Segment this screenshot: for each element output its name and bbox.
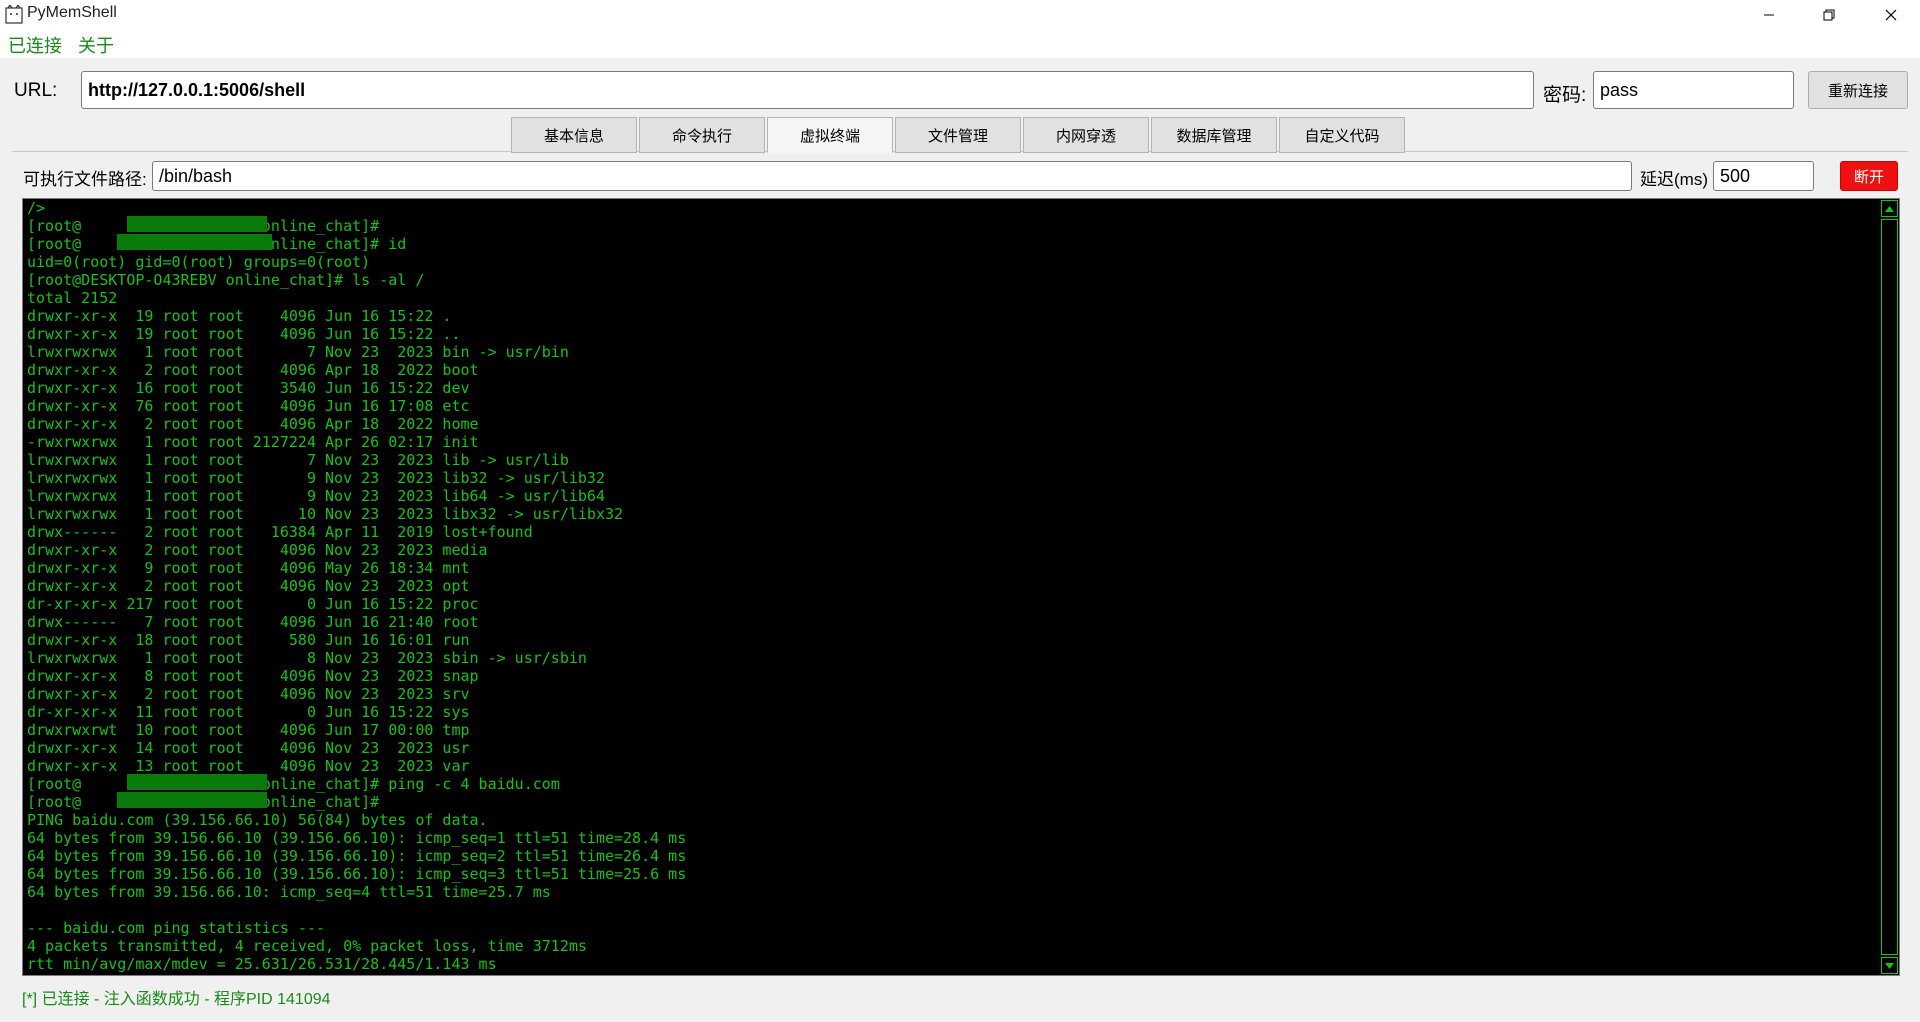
reconnect-button[interactable]: 重新连接 [1808,71,1908,109]
terminal-line: [root@ online_chat]# [27,217,380,235]
terminal-line: drwxr-xr-x 18 root root 580 Jun 16 16:01… [27,631,470,649]
terminal-line: 4 packets transmitted, 4 received, 0% pa… [27,937,587,955]
url-label: URL: [14,80,58,101]
terminal-line: total 2152 [27,289,118,307]
close-button[interactable] [1862,0,1920,30]
scroll-track[interactable] [1881,219,1898,955]
terminal-line: drwxr-xr-x 2 root root 4096 Nov 23 2023 … [27,577,470,595]
terminal-output[interactable]: /> [root@ online_chat]# [root@ online_chat… [22,198,1900,976]
disconnect-button[interactable]: 断开 [1840,161,1898,191]
terminal-line: 64 bytes from 39.156.66.10: icmp_seq=4 t… [27,883,551,901]
terminal-line: lrwxrwxrwx 1 root root 9 Nov 23 2023 lib… [27,487,605,505]
terminal-text[interactable]: /> [root@ online_chat]# [root@ online_chat… [27,199,1877,973]
terminal-line: -rwxrwxrwx 1 root root 2127224 Apr 26 02… [27,433,479,451]
arrow-up-icon [1885,205,1894,212]
terminal-line: drwxr-xr-x 19 root root 4096 Jun 16 15:2… [27,325,461,343]
terminal-line: lrwxrwxrwx 1 root root 10 Nov 23 2023 li… [27,505,624,523]
tab-intranet-tunnel[interactable]: 内网穿透 [1023,117,1149,153]
terminal-line: lrwxrwxrwx 1 root root 9 Nov 23 2023 lib… [27,469,605,487]
scroll-down-button[interactable] [1881,957,1898,974]
scroll-up-button[interactable] [1881,200,1898,217]
terminal-line: drwxr-xr-x 14 root root 4096 Nov 23 2023… [27,739,470,757]
terminal-line: dr-xr-xr-x 11 root root 0 Jun 16 15:22 s… [27,703,470,721]
terminal-line: drwxr-xr-x 76 root root 4096 Jun 16 17:0… [27,397,470,415]
terminal-line: drwx------ 2 root root 16384 Apr 11 2019… [27,523,533,541]
tab-virtual-terminal[interactable]: 虚拟终端 [767,117,893,153]
terminal-line: drwxr-xr-x 2 root root 4096 Nov 23 2023 … [27,685,470,703]
redacted-hostname [117,792,267,808]
terminal-line: drwxr-xr-x 2 root root 4096 Apr 18 2022 … [27,415,479,433]
terminal-line: lrwxrwxrwx 1 root root 8 Nov 23 2023 sbi… [27,649,587,667]
terminal-line: 64 bytes from 39.156.66.10 (39.156.66.10… [27,847,687,865]
executable-path-input[interactable] [152,161,1632,191]
executable-path-label: 可执行文件路径: [23,170,147,189]
menu-about[interactable]: 关于 [78,32,114,58]
terminal-line: [root@ online_chat]# id [27,235,407,253]
terminal-line: rtt min/avg/max/mdev = 25.631/26.531/28.… [27,955,497,973]
window-title: PyMemShell [27,4,117,21]
minimize-icon [1764,14,1774,16]
restore-icon [1823,9,1835,21]
terminal-line: drwxr-xr-x 16 root root 3540 Jun 16 15:2… [27,379,470,397]
close-icon [1885,9,1897,21]
terminal-line: drwxr-xr-x 9 root root 4096 May 26 18:34… [27,559,470,577]
delay-label: 延迟(ms) [1640,170,1708,189]
redacted-hostname [127,774,267,790]
terminal-line: [root@ online_chat]# ping -c 4 baidu.com [27,775,560,793]
terminal-line: drwxrwxrwt 10 root root 4096 Jun 17 00:0… [27,721,470,739]
terminal-line: lrwxrwxrwx 1 root root 7 Nov 23 2023 bin… [27,343,569,361]
tab-file-manager[interactable]: 文件管理 [895,117,1021,153]
terminal-line: drwxr-xr-x 13 root root 4096 Nov 23 2023… [27,757,470,775]
terminal-line: drwxr-xr-x 2 root root 4096 Nov 23 2023 … [27,541,488,559]
terminal-line: lrwxrwxrwx 1 root root 7 Nov 23 2023 lib… [27,451,569,469]
redacted-hostname [127,216,267,232]
terminal-line: drwx------ 7 root root 4096 Jun 16 21:40… [27,613,479,631]
title-bar: PyMemShell [0,0,1920,30]
terminal-line: [root@DESKTOP-O43REBV online_chat]# ls -… [27,271,425,289]
terminal-line: PING baidu.com (39.156.66.10) 56(84) byt… [27,811,488,829]
password-input[interactable] [1593,71,1794,109]
tab-command-exec[interactable]: 命令执行 [639,117,765,153]
url-input[interactable] [81,71,1534,109]
status-bar: [*] 已连接 - 注入函数成功 - 程序PID 141094 [22,991,331,1008]
terminal-line: /> [27,199,46,217]
menu-bar: 已连接 关于 [0,30,1920,58]
redacted-hostname [117,234,272,250]
menu-connected[interactable]: 已连接 [8,32,62,58]
password-label: 密码: [1543,85,1587,106]
terminal-line: [root@ online_chat]# [27,793,380,811]
terminal-line: dr-xr-xr-x 217 root root 0 Jun 16 15:22 … [27,595,479,613]
terminal-line: drwxr-xr-x 19 root root 4096 Jun 16 15:2… [27,307,452,325]
arrow-down-icon [1885,962,1894,969]
tab-custom-code[interactable]: 自定义代码 [1279,117,1405,153]
app-icon [5,5,23,24]
terminal-line: 64 bytes from 39.156.66.10 (39.156.66.10… [27,865,687,883]
terminal-scrollbar[interactable] [1881,200,1898,974]
minimize-button[interactable] [1740,0,1798,30]
restore-button[interactable] [1800,0,1858,30]
tab-database-manager[interactable]: 数据库管理 [1151,117,1277,153]
terminal-line: drwxr-xr-x 2 root root 4096 Apr 18 2022 … [27,361,479,379]
tab-basic-info[interactable]: 基本信息 [511,117,637,153]
terminal-line: 64 bytes from 39.156.66.10 (39.156.66.10… [27,829,687,847]
terminal-line: uid=0(root) gid=0(root) groups=0(root) [27,253,371,271]
terminal-line: --- baidu.com ping statistics --- [27,919,326,937]
delay-input[interactable] [1713,161,1814,191]
terminal-line: drwxr-xr-x 8 root root 4096 Nov 23 2023 … [27,667,479,685]
